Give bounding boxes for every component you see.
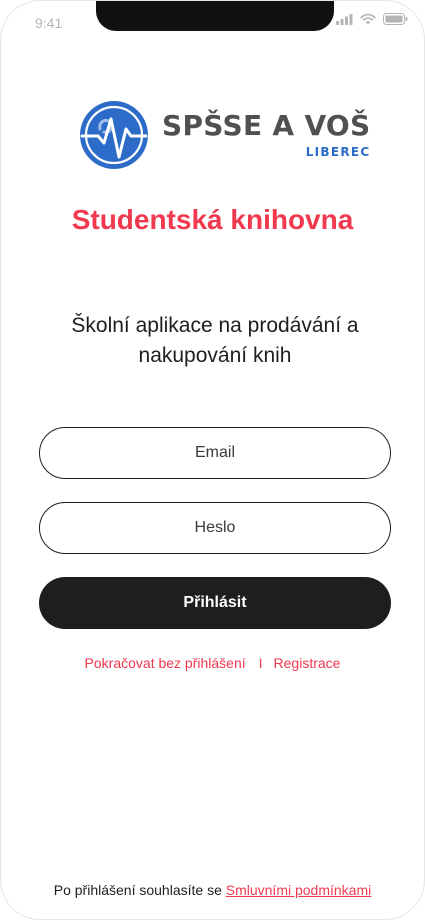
heartbeat-emblem-icon: [80, 101, 148, 169]
device-notch: [96, 1, 334, 31]
terms-link[interactable]: Smluvními podmínkami: [226, 882, 372, 898]
signal-icon: [336, 13, 353, 25]
wifi-icon: [360, 13, 376, 24]
school-logo: SPŠSE A VOŠ LIBEREC: [78, 99, 370, 171]
login-button[interactable]: Přihlásit: [39, 577, 391, 629]
app-subtitle: Školní aplikace na prodávání a nakupován…: [71, 314, 359, 367]
email-field[interactable]: [39, 427, 391, 479]
status-icons: [336, 13, 408, 25]
battery-icon: [383, 13, 408, 25]
logo-city: LIBEREC: [305, 145, 371, 159]
app-title: Studentská knihovna: [71, 204, 354, 235]
continue-without-login-link[interactable]: Pokračovat bez přihlášení: [85, 655, 246, 671]
password-field[interactable]: [39, 502, 391, 554]
terms-notice: Po přihlášení souhlasíte se Smluvními po…: [1, 882, 424, 898]
logo-text: SPŠSE A VOŠ LIBEREC: [162, 109, 371, 159]
auth-links: Pokračovat bez přihlášení I Registrace: [1, 655, 424, 671]
register-link[interactable]: Registrace: [274, 655, 341, 671]
terms-text: Po přihlášení souhlasíte se: [53, 882, 222, 898]
logo-school-name: SPŠSE A VOŠ: [162, 109, 371, 142]
status-time: 9:41: [35, 15, 63, 31]
link-separator: I: [258, 655, 263, 671]
phone-screen: 9:41 SPŠSE A VOŠ LIBEREC Studentská knih…: [0, 0, 425, 920]
